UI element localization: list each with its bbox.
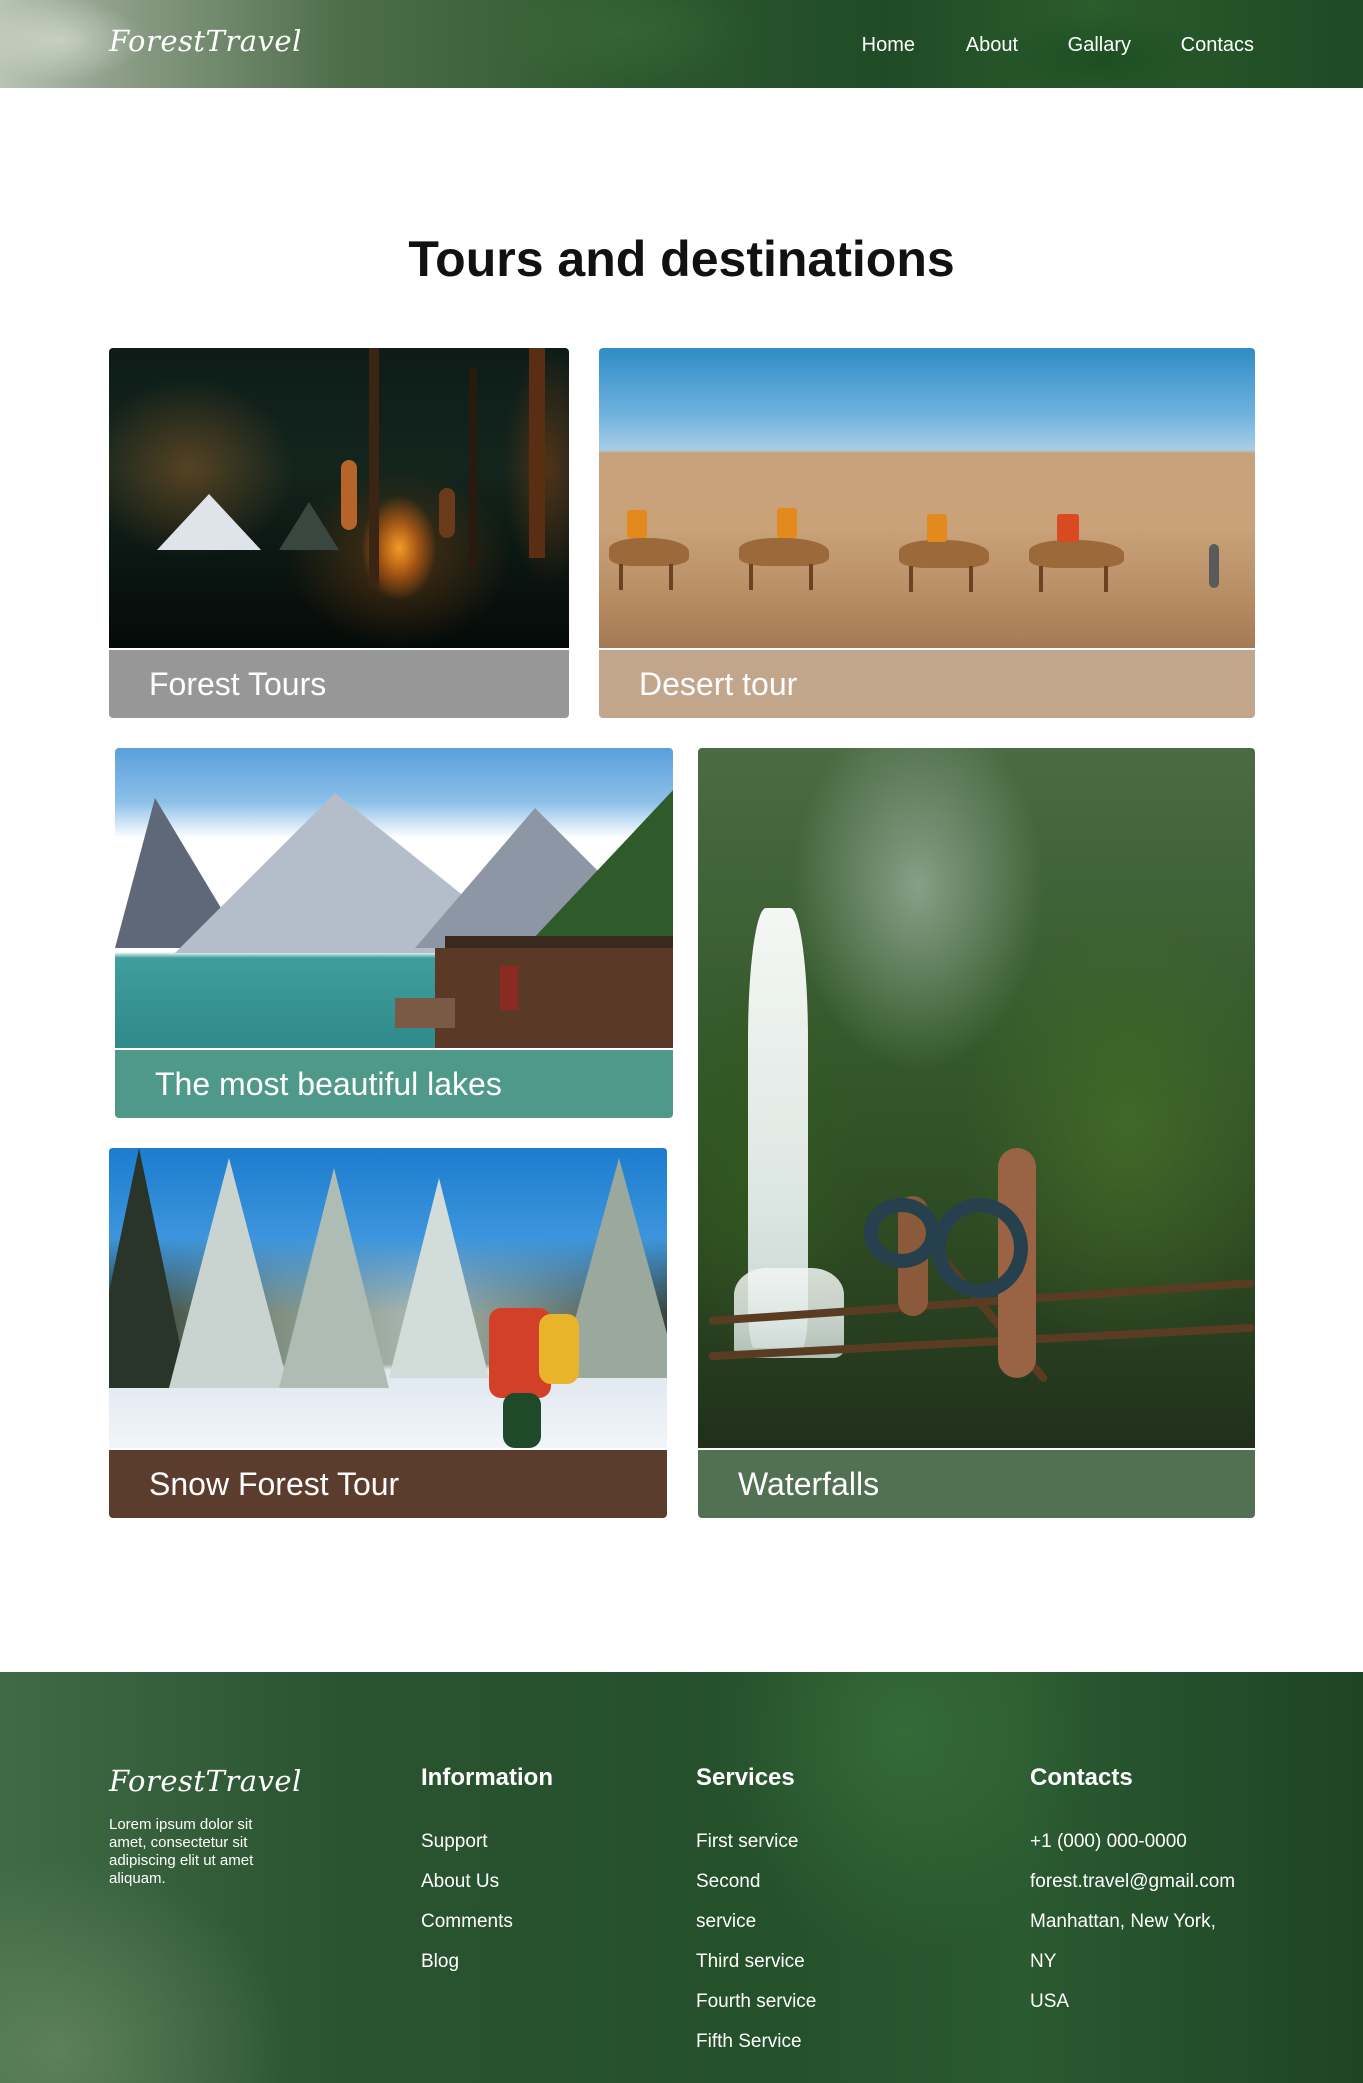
waterfalls-image	[698, 748, 1255, 1448]
nav-contacts-link[interactable]: Contacs	[1181, 34, 1254, 57]
card-label: Snow Forest Tour	[109, 1450, 667, 1518]
nav-about-link[interactable]: About	[966, 34, 1018, 57]
card-label: Waterfalls	[698, 1450, 1255, 1518]
footer-link-first-service[interactable]: First service	[696, 1831, 798, 1853]
footer-link-fourth-service[interactable]: Fourth service	[696, 1991, 816, 2013]
contact-address-line1: Manhattan, New York,	[1030, 1911, 1216, 1932]
card-label: Forest Tours	[109, 650, 569, 718]
services-heading: Services	[696, 1764, 795, 1791]
contact-address-line2: NY	[1030, 1951, 1057, 1972]
card-waterfalls[interactable]: Waterfalls	[698, 748, 1255, 1518]
footer-link-second-service[interactable]: Second	[696, 1871, 760, 1893]
footer-description: Lorem ipsum dolor sit amet, consectetur …	[109, 1816, 254, 1887]
contact-address-line3: USA	[1030, 1991, 1070, 2012]
desert-tour-image	[599, 348, 1255, 648]
footer-logo[interactable]: ForestTravel	[109, 1764, 302, 1798]
footer-link-support[interactable]: Support	[421, 1831, 488, 1853]
card-beautiful-lakes[interactable]: The most beautiful lakes	[115, 748, 673, 1118]
card-label: The most beautiful lakes	[115, 1050, 673, 1118]
footer-link-third-service[interactable]: Third service	[696, 1951, 805, 1973]
contact-email[interactable]: forest.travel@gmail.com	[1030, 1871, 1235, 1893]
forest-tours-image	[109, 348, 569, 648]
card-desert-tour[interactable]: Desert tour	[599, 348, 1255, 718]
header-logo[interactable]: ForestTravel	[109, 24, 302, 58]
contact-phone[interactable]: +1 (000) 000-0000	[1030, 1831, 1187, 1853]
card-label: Desert tour	[599, 650, 1255, 718]
information-heading: Information	[421, 1764, 553, 1791]
snow-forest-image	[109, 1148, 667, 1448]
site-footer: ForestTravel Lorem ipsum dolor sit amet,…	[0, 1672, 1363, 2083]
card-snow-forest-tour[interactable]: Snow Forest Tour	[109, 1148, 667, 1518]
nav-gallery-link[interactable]: Gallary	[1068, 34, 1131, 57]
footer-link-fifth-service[interactable]: Fifth Service	[696, 2031, 802, 2053]
footer-link-blog[interactable]: Blog	[421, 1951, 459, 1973]
footer-link-comments[interactable]: Comments	[421, 1911, 513, 1933]
page-title: Tours and destinations	[408, 231, 955, 287]
contacts-heading: Contacts	[1030, 1764, 1133, 1791]
footer-link-second-service-cont[interactable]: service	[696, 1911, 756, 1933]
lakes-image	[115, 748, 673, 1048]
site-header: ForestTravel Home About Gallary Contacs	[0, 0, 1363, 88]
nav-home-link[interactable]: Home	[862, 34, 915, 57]
card-forest-tours[interactable]: Forest Tours	[109, 348, 569, 718]
footer-link-about-us[interactable]: About Us	[421, 1871, 499, 1893]
